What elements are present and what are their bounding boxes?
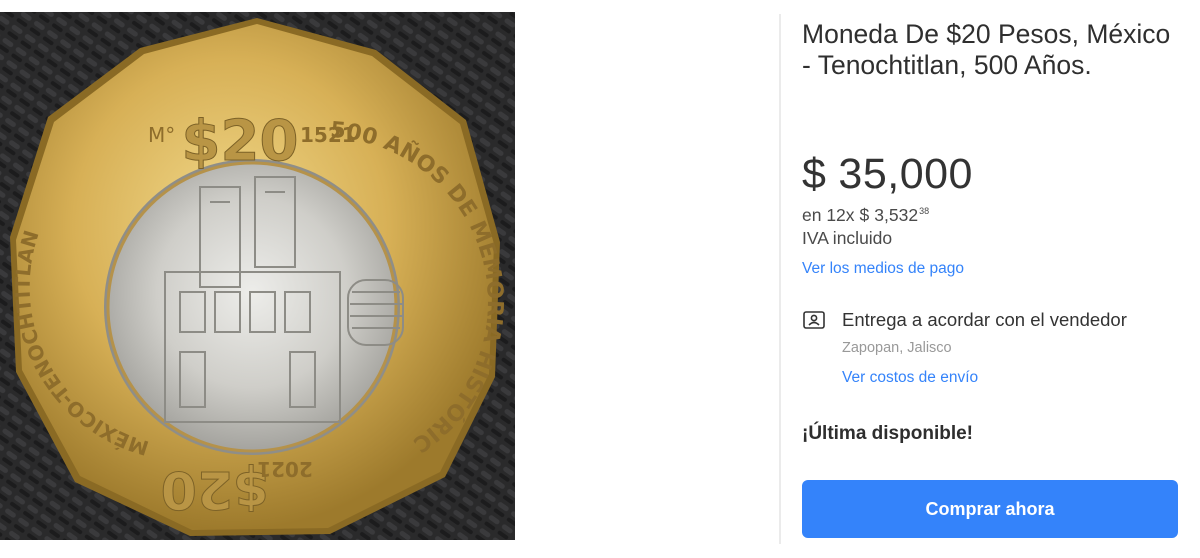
coin-mint-mark: M°: [148, 123, 175, 147]
installments-amount: 3,532: [874, 205, 919, 225]
product-image[interactable]: $20 M° 1521 500 AÑOS DE MEMORIA HISTÓRIC…: [0, 12, 515, 540]
column-divider: [779, 14, 781, 544]
price-currency: $: [802, 150, 827, 198]
installments-prefix: en 12x: [802, 205, 855, 225]
buy-now-button[interactable]: Comprar ahora: [802, 480, 1178, 538]
tax-note: IVA incluido: [802, 228, 893, 248]
installments-info: en 12x $ 3,532 38: [802, 205, 929, 226]
shipping-method: Entrega a acordar con el vendedor: [842, 309, 1127, 330]
shipping-costs-link[interactable]: Ver costos de envío: [842, 369, 978, 387]
price: $ 35,000: [802, 150, 973, 199]
coin-year-bottom: 2021: [257, 457, 313, 481]
product-title: Moneda De $20 Pesos, México - Tenochtitl…: [802, 19, 1171, 80]
delivery-agreement-icon: [802, 310, 826, 330]
stock-label: ¡Última disponible!: [802, 423, 973, 444]
installments-currency: $: [859, 205, 870, 225]
coin-denomination: $20: [182, 109, 299, 174]
installments-cents: 38: [919, 206, 930, 216]
payment-methods-link[interactable]: Ver los medios de pago: [802, 260, 964, 278]
coin-denomination-bottom: $20: [161, 459, 270, 519]
seller-location: Zapopan, Jalisco: [842, 340, 952, 356]
price-amount: 35,000: [838, 150, 973, 198]
